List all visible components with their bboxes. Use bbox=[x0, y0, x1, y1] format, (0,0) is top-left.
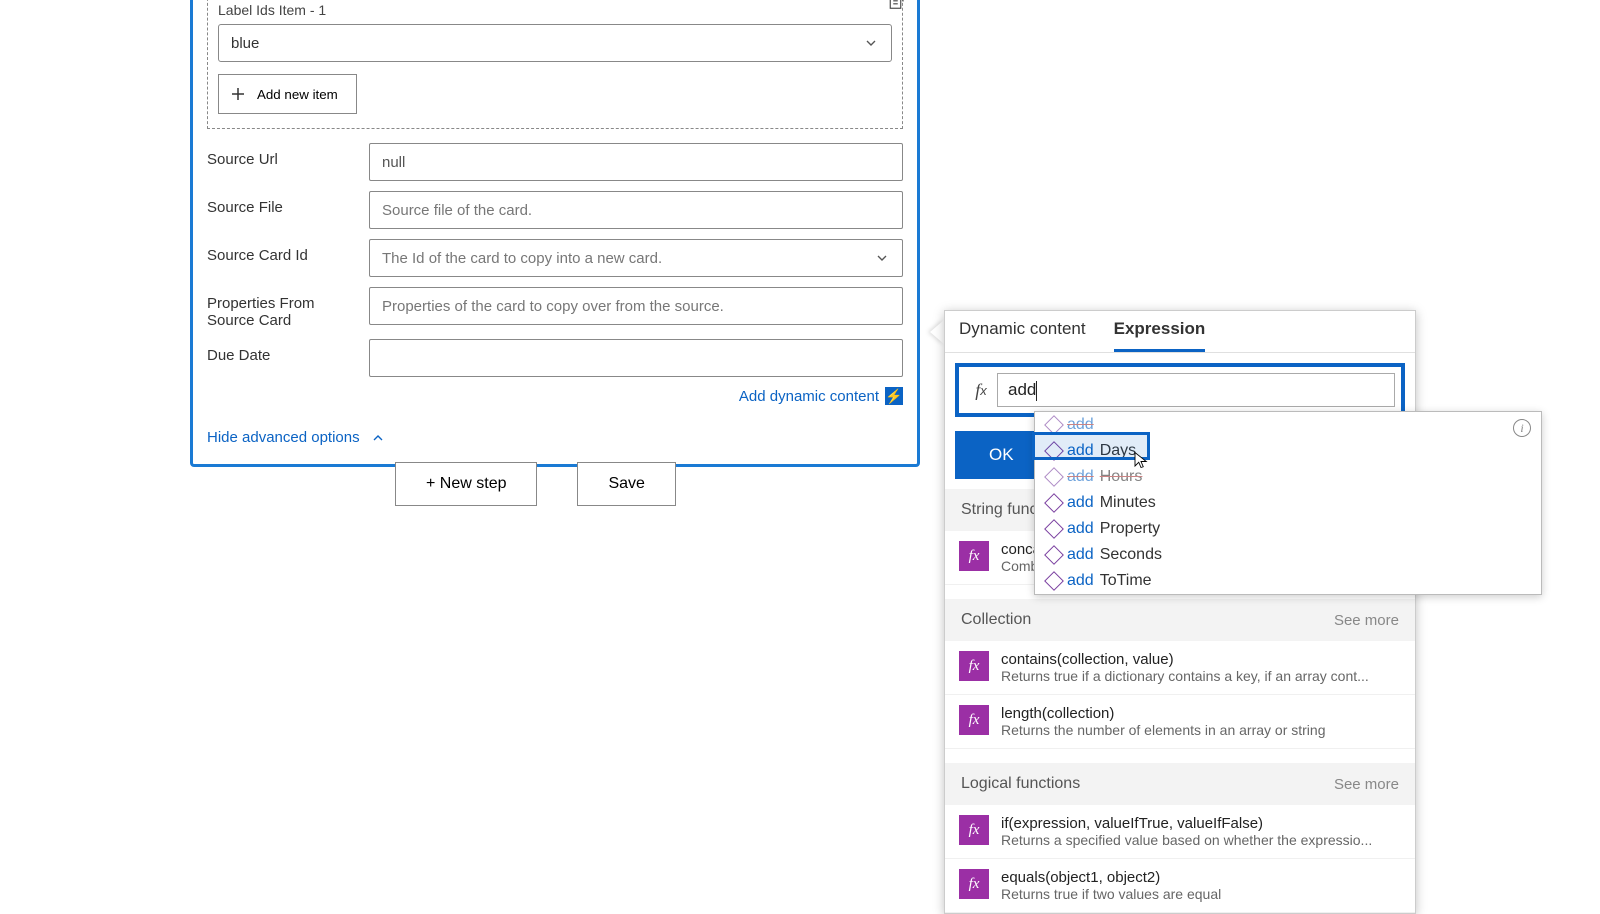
function-signature: length(collection) bbox=[1001, 705, 1401, 722]
row-source-url: Source Url null bbox=[207, 143, 903, 181]
label-props-source: Properties From Source Card bbox=[207, 287, 357, 329]
fx-icon: fx bbox=[959, 651, 989, 681]
category-title: Collection bbox=[961, 611, 1031, 629]
function-item[interactable]: fx if(expression, valueIfTrue, valueIfFal… bbox=[945, 805, 1415, 859]
autocomplete-item[interactable]: addHours bbox=[1035, 464, 1541, 490]
input-due-date[interactable] bbox=[369, 339, 903, 377]
cube-icon bbox=[1044, 415, 1064, 435]
tab-dynamic-content[interactable]: Dynamic content bbox=[959, 319, 1086, 352]
expression-flyout: Dynamic content Expression fx add OK Str… bbox=[944, 310, 1416, 914]
ph-source-file: Source file of the card. bbox=[382, 202, 532, 219]
hide-advanced-label: Hide advanced options bbox=[207, 429, 360, 446]
label-source-file: Source File bbox=[207, 191, 357, 216]
add-dynamic-link[interactable]: Add dynamic content bbox=[739, 388, 879, 405]
see-more-link[interactable]: See more bbox=[1334, 612, 1399, 629]
expression-typed: add bbox=[1008, 380, 1036, 399]
chevron-down-icon bbox=[874, 250, 890, 266]
function-signature: equals(object1, object2) bbox=[1001, 869, 1401, 886]
function-description: Returns a specified value based on wheth… bbox=[1001, 832, 1401, 848]
fx-icon: fx bbox=[959, 705, 989, 735]
label-source-url: Source Url bbox=[207, 143, 357, 168]
fx-icon: fx bbox=[965, 374, 997, 406]
row-props-source: Properties From Source Card Properties o… bbox=[207, 287, 903, 329]
cube-icon bbox=[1044, 467, 1064, 487]
function-signature: contains(collection, value) bbox=[1001, 651, 1401, 668]
autocomplete-item[interactable]: addToTime bbox=[1035, 568, 1541, 594]
label-ids-group: Label Ids Item - 1 blue Add new item bbox=[207, 0, 903, 129]
action-card: Label Ids Item - 1 blue Add new item Sou… bbox=[190, 0, 920, 467]
function-item[interactable]: fxequals(object1, object2)Returns true i… bbox=[945, 859, 1415, 913]
label-ids-select[interactable]: blue bbox=[218, 24, 892, 62]
hide-advanced-toggle[interactable]: Hide advanced options bbox=[207, 429, 903, 446]
row-due-date: Due Date bbox=[207, 339, 903, 377]
function-item[interactable]: fx length(collection)Returns the number o… bbox=[945, 695, 1415, 749]
input-source-file[interactable]: Source file of the card. bbox=[369, 191, 903, 229]
expression-input-row: fx add bbox=[955, 363, 1405, 417]
label-due-date: Due Date bbox=[207, 339, 357, 364]
autocomplete-item[interactable]: add bbox=[1035, 412, 1541, 438]
save-button[interactable]: Save bbox=[577, 462, 675, 506]
workflow-buttons: + New step Save bbox=[395, 462, 676, 506]
add-dynamic-row: Add dynamic content ⚡ bbox=[207, 387, 903, 405]
category-title: Logical functions bbox=[961, 775, 1080, 793]
tab-expression[interactable]: Expression bbox=[1114, 319, 1206, 352]
flyout-arrow bbox=[930, 320, 944, 344]
autocomplete-item[interactable]: addMinutes bbox=[1035, 490, 1541, 516]
cube-icon bbox=[1044, 493, 1064, 513]
cube-icon bbox=[1044, 441, 1064, 461]
see-more-link[interactable]: See more bbox=[1334, 776, 1399, 793]
row-source-file: Source File Source file of the card. bbox=[207, 191, 903, 229]
input-source-card-id[interactable]: The Id of the card to copy into a new ca… bbox=[369, 239, 903, 277]
plus-icon bbox=[229, 85, 247, 103]
autocomplete-item[interactable]: addSeconds bbox=[1035, 542, 1541, 568]
array-toggle-icon[interactable] bbox=[886, 0, 908, 14]
function-description: Returns true if a dictionary contains a … bbox=[1001, 668, 1401, 684]
add-dynamic-icon[interactable]: ⚡ bbox=[885, 387, 903, 405]
ph-props-source: Properties of the card to copy over from… bbox=[382, 298, 724, 315]
ph-source-card-id: The Id of the card to copy into a new ca… bbox=[382, 250, 662, 267]
new-step-button[interactable]: + New step bbox=[395, 462, 537, 506]
cube-icon bbox=[1044, 571, 1064, 591]
add-new-item-button[interactable]: Add new item bbox=[218, 74, 357, 114]
autocomplete-item[interactable]: addProperty bbox=[1035, 516, 1541, 542]
chevron-up-icon bbox=[370, 430, 386, 446]
label-ids-value: blue bbox=[231, 35, 259, 52]
flyout-tabs: Dynamic content Expression bbox=[945, 311, 1415, 353]
label-ids-header: Label Ids Item - 1 bbox=[218, 2, 892, 18]
expression-input[interactable]: add bbox=[997, 373, 1395, 407]
cube-icon bbox=[1044, 545, 1064, 565]
label-source-card-id: Source Card Id bbox=[207, 239, 357, 264]
add-new-item-label: Add new item bbox=[257, 87, 338, 102]
function-item[interactable]: fx contains(collection, value)Returns tru… bbox=[945, 641, 1415, 695]
fx-icon: fx bbox=[959, 869, 989, 899]
fx-icon: fx bbox=[959, 541, 989, 571]
autocomplete-item[interactable]: addDays bbox=[1035, 438, 1541, 464]
cube-icon bbox=[1044, 519, 1064, 539]
value-source-url: null bbox=[382, 154, 405, 171]
category-header: Collection See more bbox=[945, 599, 1415, 641]
row-source-card-id: Source Card Id The Id of the card to cop… bbox=[207, 239, 903, 277]
input-source-url[interactable]: null bbox=[369, 143, 903, 181]
fx-icon: fx bbox=[959, 815, 989, 845]
input-props-source[interactable]: Properties of the card to copy over from… bbox=[369, 287, 903, 325]
chevron-down-icon bbox=[863, 35, 879, 51]
autocomplete-popup: i addaddDaysaddHoursaddMinutesaddPropert… bbox=[1034, 411, 1542, 595]
function-signature: if(expression, valueIfTrue, valueIfFalse… bbox=[1001, 815, 1401, 832]
category-header: Logical functions See more bbox=[945, 763, 1415, 805]
function-description: Returns the number of elements in an arr… bbox=[1001, 722, 1401, 738]
